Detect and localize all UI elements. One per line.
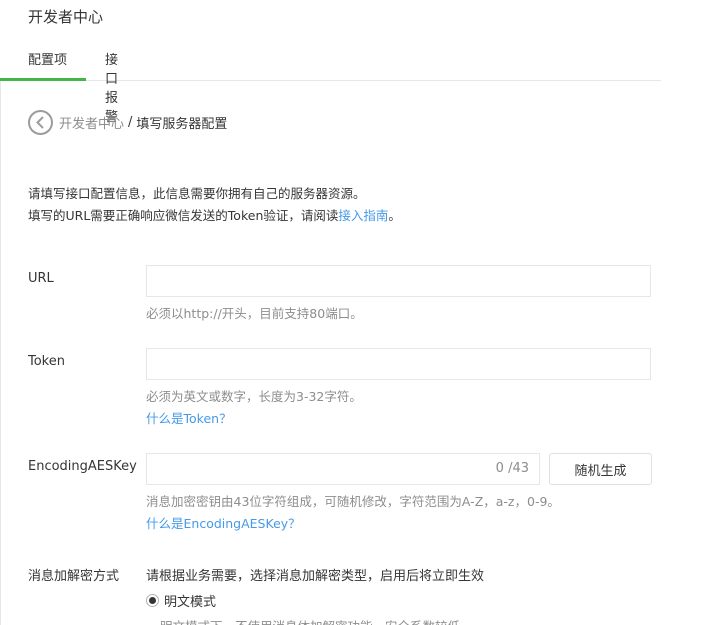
plaintext-mode-option[interactable]: 明文模式 <box>146 591 216 610</box>
content-left-border <box>0 81 1 625</box>
breadcrumb: 开发者中心 / 填写服务器配置 <box>28 109 227 135</box>
token-label: Token <box>28 354 65 369</box>
breadcrumb-parent-link[interactable]: 开发者中心 <box>59 113 124 132</box>
access-guide-link[interactable]: 接入指南 <box>338 208 388 223</box>
plaintext-mode-desc: 明文模式下，不使用消息体加解密功能，安全系数较低 <box>160 616 460 625</box>
intro-line-2: 填写的URL需要正确响应微信发送的Token验证，请阅读接入指南。 <box>28 205 401 227</box>
aes-char-counter: 0 /43 <box>495 461 529 476</box>
aes-input[interactable] <box>147 454 477 484</box>
plaintext-mode-label: 明文模式 <box>164 595 217 610</box>
url-input-box[interactable] <box>146 265 651 297</box>
aes-label: EncodingAESKey <box>28 459 137 474</box>
tab-bar: 配置项 接口报警 <box>0 40 661 125</box>
url-label: URL <box>28 271 54 286</box>
encryption-description: 请根据业务需要，选择消息加解密类型，启用后将立即生效 <box>146 569 485 584</box>
tab-config[interactable]: 配置项 <box>0 48 86 81</box>
aes-input-box[interactable]: 0 /43 <box>146 453 540 485</box>
radio-dot <box>149 597 156 604</box>
breadcrumb-current: 填写服务器配置 <box>136 116 228 132</box>
url-tip: 必须以http://开头，目前支持80端口。 <box>146 306 363 321</box>
aes-tip: 消息加密密钥由43位字符组成，可随机修改，字符范围为A-Z，a-z，0-9。 <box>146 494 560 509</box>
encryption-label: 消息加解密方式 <box>28 569 120 584</box>
intro-text: 请填写接口配置信息，此信息需要你拥有自己的服务器资源。 填写的URL需要正确响应… <box>28 183 401 227</box>
intro-line-1: 请填写接口配置信息，此信息需要你拥有自己的服务器资源。 <box>28 186 366 201</box>
back-arrow-icon[interactable] <box>28 109 53 135</box>
token-tip: 必须为英文或数字，长度为3-32字符。 <box>146 389 362 404</box>
what-is-aes-key-link[interactable]: 什么是EncodingAESKey？ <box>146 513 301 532</box>
token-input[interactable] <box>147 349 650 379</box>
what-is-token-link[interactable]: 什么是Token？ <box>146 408 232 427</box>
intro-line-2-end: 。 <box>388 208 401 223</box>
token-input-box[interactable] <box>146 348 651 380</box>
radio-selected-icon[interactable] <box>146 594 159 607</box>
tab-config-label: 配置项 <box>28 53 68 68</box>
breadcrumb-separator: / <box>128 114 133 130</box>
random-generate-button[interactable]: 随机生成 <box>549 453 652 485</box>
url-input[interactable] <box>147 266 650 296</box>
intro-line-2-text: 填写的URL需要正确响应微信发送的Token验证，请阅读 <box>28 208 339 223</box>
page-title: 开发者中心 <box>28 8 104 26</box>
